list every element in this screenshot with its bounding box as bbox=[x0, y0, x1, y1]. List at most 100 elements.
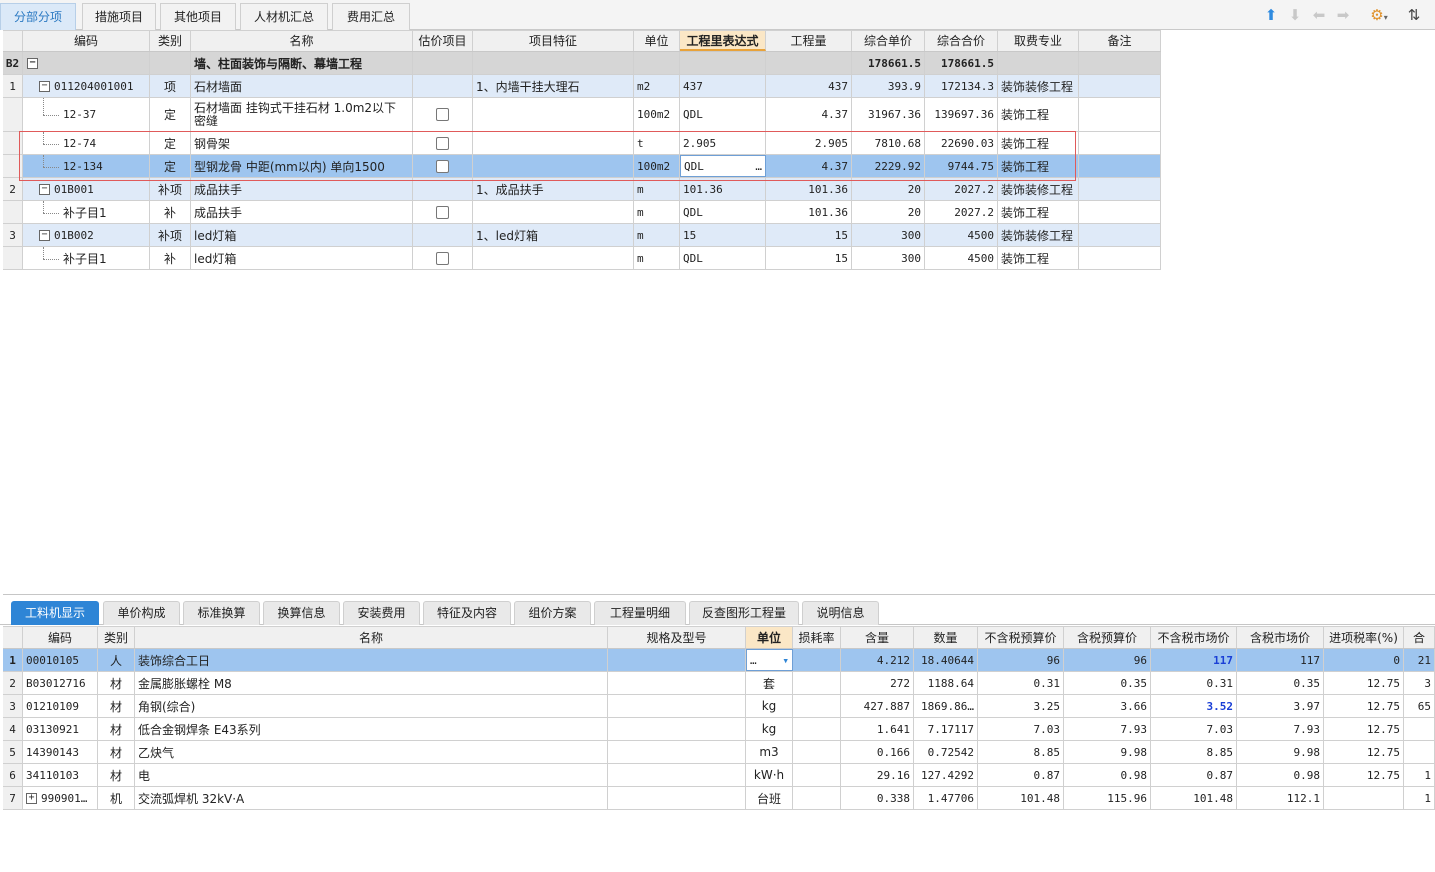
cell-p3[interactable]: 101.48 bbox=[1151, 787, 1237, 809]
cell-expr[interactable]: QDL… bbox=[680, 155, 766, 177]
cell-expr[interactable]: 437 bbox=[680, 75, 766, 97]
cell-content[interactable]: 29.16 bbox=[841, 764, 914, 786]
cell-est[interactable] bbox=[413, 132, 473, 154]
cell-spec[interactable] bbox=[473, 132, 634, 154]
tab-install-fee[interactable]: 安装费用 bbox=[343, 601, 420, 625]
cell-price[interactable]: 31967.36 bbox=[852, 98, 925, 131]
cell-fee[interactable]: 装饰工程 bbox=[998, 155, 1079, 177]
cell-fee[interactable]: 装饰工程 bbox=[998, 201, 1079, 223]
cell-note[interactable] bbox=[1079, 247, 1161, 269]
col-input-tax-rate[interactable]: 进项税率(%) bbox=[1324, 627, 1404, 648]
cell-price[interactable]: 7810.68 bbox=[852, 132, 925, 154]
cell-total[interactable]: 172134.3 bbox=[925, 75, 998, 97]
cell-fee[interactable]: 装饰装修工程 bbox=[998, 224, 1079, 246]
settings-icon[interactable]: ⚙▾ bbox=[1366, 5, 1392, 25]
arrow-left-icon[interactable]: ⬅ bbox=[1310, 5, 1328, 25]
cell-qty[interactable]: 437 bbox=[766, 75, 852, 97]
cell-last[interactable]: 1 bbox=[1404, 787, 1435, 809]
bill-item-row[interactable]: 2−01B001 补项 成品扶手 1、成品扶手 m 101.36 101.36 20 2027.… bbox=[3, 178, 1161, 201]
cell-expr[interactable] bbox=[680, 52, 766, 74]
cell-content[interactable]: 427.887 bbox=[841, 695, 914, 717]
cell-p1[interactable]: 0.31 bbox=[978, 672, 1064, 694]
cell-last[interactable] bbox=[1404, 718, 1435, 740]
col-market-price-tax[interactable]: 含税市场价 bbox=[1237, 627, 1324, 648]
cell-code[interactable]: −01B002 bbox=[23, 224, 150, 246]
cell-note[interactable] bbox=[1079, 75, 1161, 97]
cell-type[interactable]: 材 bbox=[98, 764, 135, 786]
cell-unit[interactable]: m bbox=[634, 224, 680, 246]
cell-unit[interactable]: kW·h bbox=[746, 764, 793, 786]
arrow-right-icon[interactable]: ➡ bbox=[1334, 5, 1352, 25]
tab-materials[interactable]: 工料机显示 bbox=[11, 601, 99, 625]
cell-est[interactable] bbox=[413, 247, 473, 269]
cell-qty[interactable]: 101.36 bbox=[766, 201, 852, 223]
cell-qty[interactable]: 101.36 bbox=[766, 178, 852, 200]
cell-code[interactable]: 12-37 bbox=[23, 98, 150, 131]
col-content[interactable]: 含量 bbox=[841, 627, 914, 648]
cell-fee[interactable]: 装饰装修工程 bbox=[998, 75, 1079, 97]
cell-note[interactable] bbox=[1079, 201, 1161, 223]
cell-spec[interactable] bbox=[608, 649, 746, 671]
tab-qita[interactable]: 其他项目 bbox=[160, 3, 236, 30]
cell-spec[interactable] bbox=[473, 247, 634, 269]
cell-p4[interactable]: 0.35 bbox=[1237, 672, 1324, 694]
cell-est[interactable] bbox=[413, 75, 473, 97]
cell-price[interactable]: 300 bbox=[852, 224, 925, 246]
expression-input[interactable]: QDL bbox=[684, 160, 704, 173]
cell-total[interactable]: 178661.5 bbox=[925, 52, 998, 74]
cell-unit[interactable]: … ▾ bbox=[746, 649, 793, 671]
cell-p3[interactable]: 7.03 bbox=[1151, 718, 1237, 740]
cell-est[interactable] bbox=[413, 201, 473, 223]
cell-qty[interactable]: 4.37 bbox=[766, 155, 852, 177]
cell-total[interactable]: 22690.03 bbox=[925, 132, 998, 154]
cell-spec[interactable] bbox=[608, 695, 746, 717]
cell-code[interactable]: +990901… bbox=[23, 787, 98, 809]
bill-item-row[interactable]: 1−011204001001 项石材墙面 1、内墙干挂大理石 m2 437 437 393.… bbox=[3, 75, 1161, 98]
cell-qty[interactable]: 127.4292 bbox=[914, 764, 978, 786]
cell-code[interactable]: 12-74 bbox=[23, 132, 150, 154]
cell-unit[interactable]: m2 bbox=[634, 75, 680, 97]
cell-p3[interactable]: 0.87 bbox=[1151, 764, 1237, 786]
cell-name[interactable]: led灯箱 bbox=[191, 247, 413, 269]
cell-code[interactable]: 34110103 bbox=[23, 764, 98, 786]
collapse-icon[interactable]: − bbox=[27, 57, 38, 69]
cell-spec[interactable] bbox=[608, 718, 746, 740]
cell-last[interactable]: 21 bbox=[1404, 649, 1435, 671]
cell-est[interactable] bbox=[413, 224, 473, 246]
cell-expr[interactable]: 2.905 bbox=[680, 132, 766, 154]
cell-unit[interactable]: m bbox=[634, 201, 680, 223]
cell-content[interactable]: 0.166 bbox=[841, 741, 914, 763]
cell-unit[interactable]: 台班 bbox=[746, 787, 793, 809]
cell-fee[interactable] bbox=[998, 52, 1079, 74]
cell-loss[interactable] bbox=[793, 718, 841, 740]
cell-content[interactable]: 1.641 bbox=[841, 718, 914, 740]
cell-spec[interactable] bbox=[608, 672, 746, 694]
quota-row[interactable]: 补子目1 补 led灯箱 m QDL 15 300 4500 装饰工程 bbox=[3, 247, 1161, 270]
col-name[interactable]: 名称 bbox=[135, 627, 608, 648]
material-row[interactable]: 1 00010105 人装饰综合工日… ▾ 4.212 18.40644 96 96 117 11… bbox=[3, 649, 1435, 672]
estimate-checkbox[interactable] bbox=[436, 205, 449, 219]
cell-code[interactable]: 补子目1 bbox=[23, 247, 150, 269]
col-market-price-notax[interactable]: 不含税市场价 bbox=[1151, 627, 1237, 648]
col-amount[interactable]: 数量 bbox=[914, 627, 978, 648]
collapse-icon[interactable]: − bbox=[39, 229, 50, 241]
cell-content[interactable]: 0.338 bbox=[841, 787, 914, 809]
cell-price[interactable]: 20 bbox=[852, 178, 925, 200]
col-unit[interactable]: 单位 bbox=[746, 627, 793, 648]
collapse-icon[interactable]: − bbox=[39, 80, 50, 92]
tab-quantity-detail[interactable]: 工程量明细 bbox=[594, 601, 686, 625]
cell-note[interactable] bbox=[1079, 178, 1161, 200]
cell-p1[interactable]: 3.25 bbox=[978, 695, 1064, 717]
cell-type[interactable]: 材 bbox=[98, 741, 135, 763]
cell-tax[interactable]: 12.75 bbox=[1324, 672, 1404, 694]
cell-name[interactable]: 石材墙面 挂钩式干挂石材 1.0m2以下 密缝 bbox=[191, 98, 413, 131]
cell-note[interactable] bbox=[1079, 224, 1161, 246]
cell-p4[interactable]: 9.98 bbox=[1237, 741, 1324, 763]
quota-row[interactable]: 12-134 定型钢龙骨 中距(mm以内) 单向1500 100m2 QDL … 4.37… bbox=[3, 155, 1161, 178]
cell-name[interactable]: 乙炔气 bbox=[135, 741, 608, 763]
cell-p3[interactable]: 117 bbox=[1151, 649, 1237, 671]
cell-p2[interactable]: 7.93 bbox=[1064, 718, 1151, 740]
cell-price[interactable]: 300 bbox=[852, 247, 925, 269]
cell-code[interactable]: 补子目1 bbox=[23, 201, 150, 223]
cell-p2[interactable]: 115.96 bbox=[1064, 787, 1151, 809]
